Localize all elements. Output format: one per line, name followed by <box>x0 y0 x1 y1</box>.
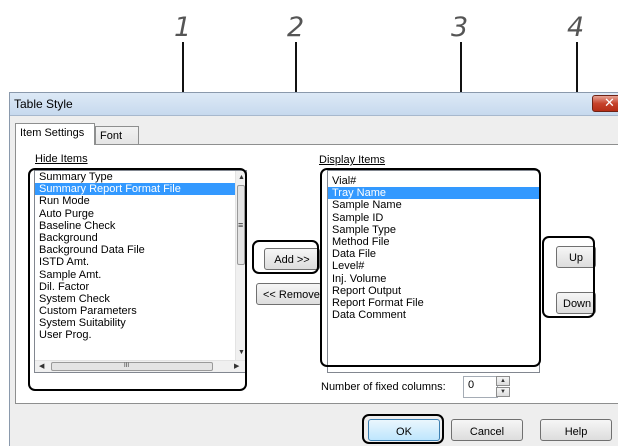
display-items-list[interactable]: Vial# Tray Name Sample Name Sample ID Sample… <box>327 170 540 373</box>
title-bar[interactable]: Table Style ✕ <box>10 93 618 116</box>
fixed-columns-input[interactable]: 0 <box>463 376 498 398</box>
callout-3: 3 <box>451 12 469 43</box>
dialog-title: Table Style <box>14 97 73 111</box>
spin-down-button[interactable]: ▼ <box>496 387 510 397</box>
callout-4: 4 <box>567 12 585 43</box>
item-settings-panel: Hide Items Summary Type Summary Report Fo… <box>15 144 618 404</box>
display-items-list-item[interactable]: Data File <box>328 248 539 260</box>
tab-font-label: Font <box>100 130 123 142</box>
display-items-list-item[interactable]: Data Comment <box>328 309 539 321</box>
down-button[interactable]: Down <box>556 292 596 314</box>
display-items-list-item[interactable]: Report Format File <box>328 297 539 309</box>
help-button[interactable]: Help <box>540 419 612 441</box>
scroll-down-icon[interactable]: ▼ <box>238 349 245 356</box>
scroll-grip-icon: ≡ <box>238 220 244 230</box>
hide-items-list-item[interactable]: Auto Purge <box>35 208 246 220</box>
spin-up-icon: ▲ <box>500 378 506 384</box>
add-button[interactable]: Add >> <box>264 248 320 270</box>
display-items-list-item[interactable]: Vial# <box>328 175 539 187</box>
ok-button[interactable]: OK <box>368 419 440 441</box>
horizontal-scroll-thumb[interactable]: III <box>51 362 213 371</box>
display-items-list-item[interactable]: Report Output <box>328 285 539 297</box>
hide-items-list-item[interactable]: System Check <box>35 293 246 305</box>
hide-items-list-item[interactable]: System Suitability <box>35 317 246 329</box>
tab-item-settings-label: Item Settings <box>20 127 85 139</box>
display-items-list-item[interactable]: Method File <box>328 236 539 248</box>
hide-items-list-item[interactable]: Sample Amt. <box>35 269 246 281</box>
hide-items-list-item[interactable]: Baseline Check <box>35 220 246 232</box>
display-items-list-item[interactable]: Sample Name <box>328 199 539 211</box>
hide-items-list-item[interactable]: Custom Parameters <box>35 305 246 317</box>
tab-item-settings[interactable]: Item Settings <box>15 123 95 145</box>
remove-button[interactable]: << Remove <box>256 283 322 305</box>
hide-items-list-item[interactable]: Summary Type <box>35 171 246 183</box>
scroll-right-icon[interactable]: ▶ <box>234 363 239 370</box>
hide-items-list-item[interactable]: Run Mode <box>35 195 246 207</box>
display-items-rows: Vial# Tray Name Sample Name Sample ID Sample… <box>328 175 539 321</box>
hide-items-vscroll[interactable]: ▲ ≡ ▼ <box>235 171 246 361</box>
hide-items-list-item[interactable]: Background Data File <box>35 244 246 256</box>
display-items-list-item[interactable]: Sample ID <box>328 212 539 224</box>
callout-1: 1 <box>174 12 192 43</box>
scroll-grip-icon: III <box>124 363 130 369</box>
spin-down-icon: ▼ <box>500 389 506 395</box>
cancel-button[interactable]: Cancel <box>451 419 523 441</box>
hide-items-list-item[interactable]: User Prog. <box>35 329 246 341</box>
screenshot-stage: 1 2 3 4 Table Style ✕ Item Settings Font… <box>0 0 618 446</box>
hide-items-list-item[interactable]: Background <box>35 232 246 244</box>
hide-items-rows: Summary Type Summary Report Format File Ru… <box>35 171 246 342</box>
scroll-up-icon[interactable]: ▲ <box>238 174 245 181</box>
display-items-list-item[interactable]: Sample Type <box>328 224 539 236</box>
fixed-columns-label: Number of fixed columns: <box>321 381 446 393</box>
callout-2: 2 <box>287 12 305 43</box>
scroll-left-icon[interactable]: ◀ <box>39 363 44 370</box>
close-icon: ✕ <box>604 95 615 110</box>
spin-up-button[interactable]: ▲ <box>496 376 510 386</box>
table-style-dialog: Table Style ✕ Item Settings Font Hide It… <box>9 92 618 446</box>
hide-items-hscroll[interactable]: ◀ III ▶ <box>35 360 246 372</box>
display-items-list-item[interactable]: Level# <box>328 260 539 272</box>
hide-items-list-item[interactable]: Summary Report Format File <box>35 183 246 196</box>
display-items-list-item[interactable]: Tray Name <box>328 187 539 200</box>
hide-items-list-item[interactable]: ISTD Amt. <box>35 256 246 268</box>
close-button[interactable]: ✕ <box>592 95 618 112</box>
hide-items-label: Hide Items <box>35 153 88 165</box>
display-items-list-item[interactable]: Inj. Volume <box>328 273 539 285</box>
hide-items-list[interactable]: Summary Type Summary Report Format File Ru… <box>34 170 247 373</box>
display-items-label: Display Items <box>319 154 386 166</box>
tab-font[interactable]: Font <box>95 126 139 146</box>
up-button[interactable]: Up <box>556 246 596 268</box>
hide-items-list-item[interactable]: Dil. Factor <box>35 281 246 293</box>
